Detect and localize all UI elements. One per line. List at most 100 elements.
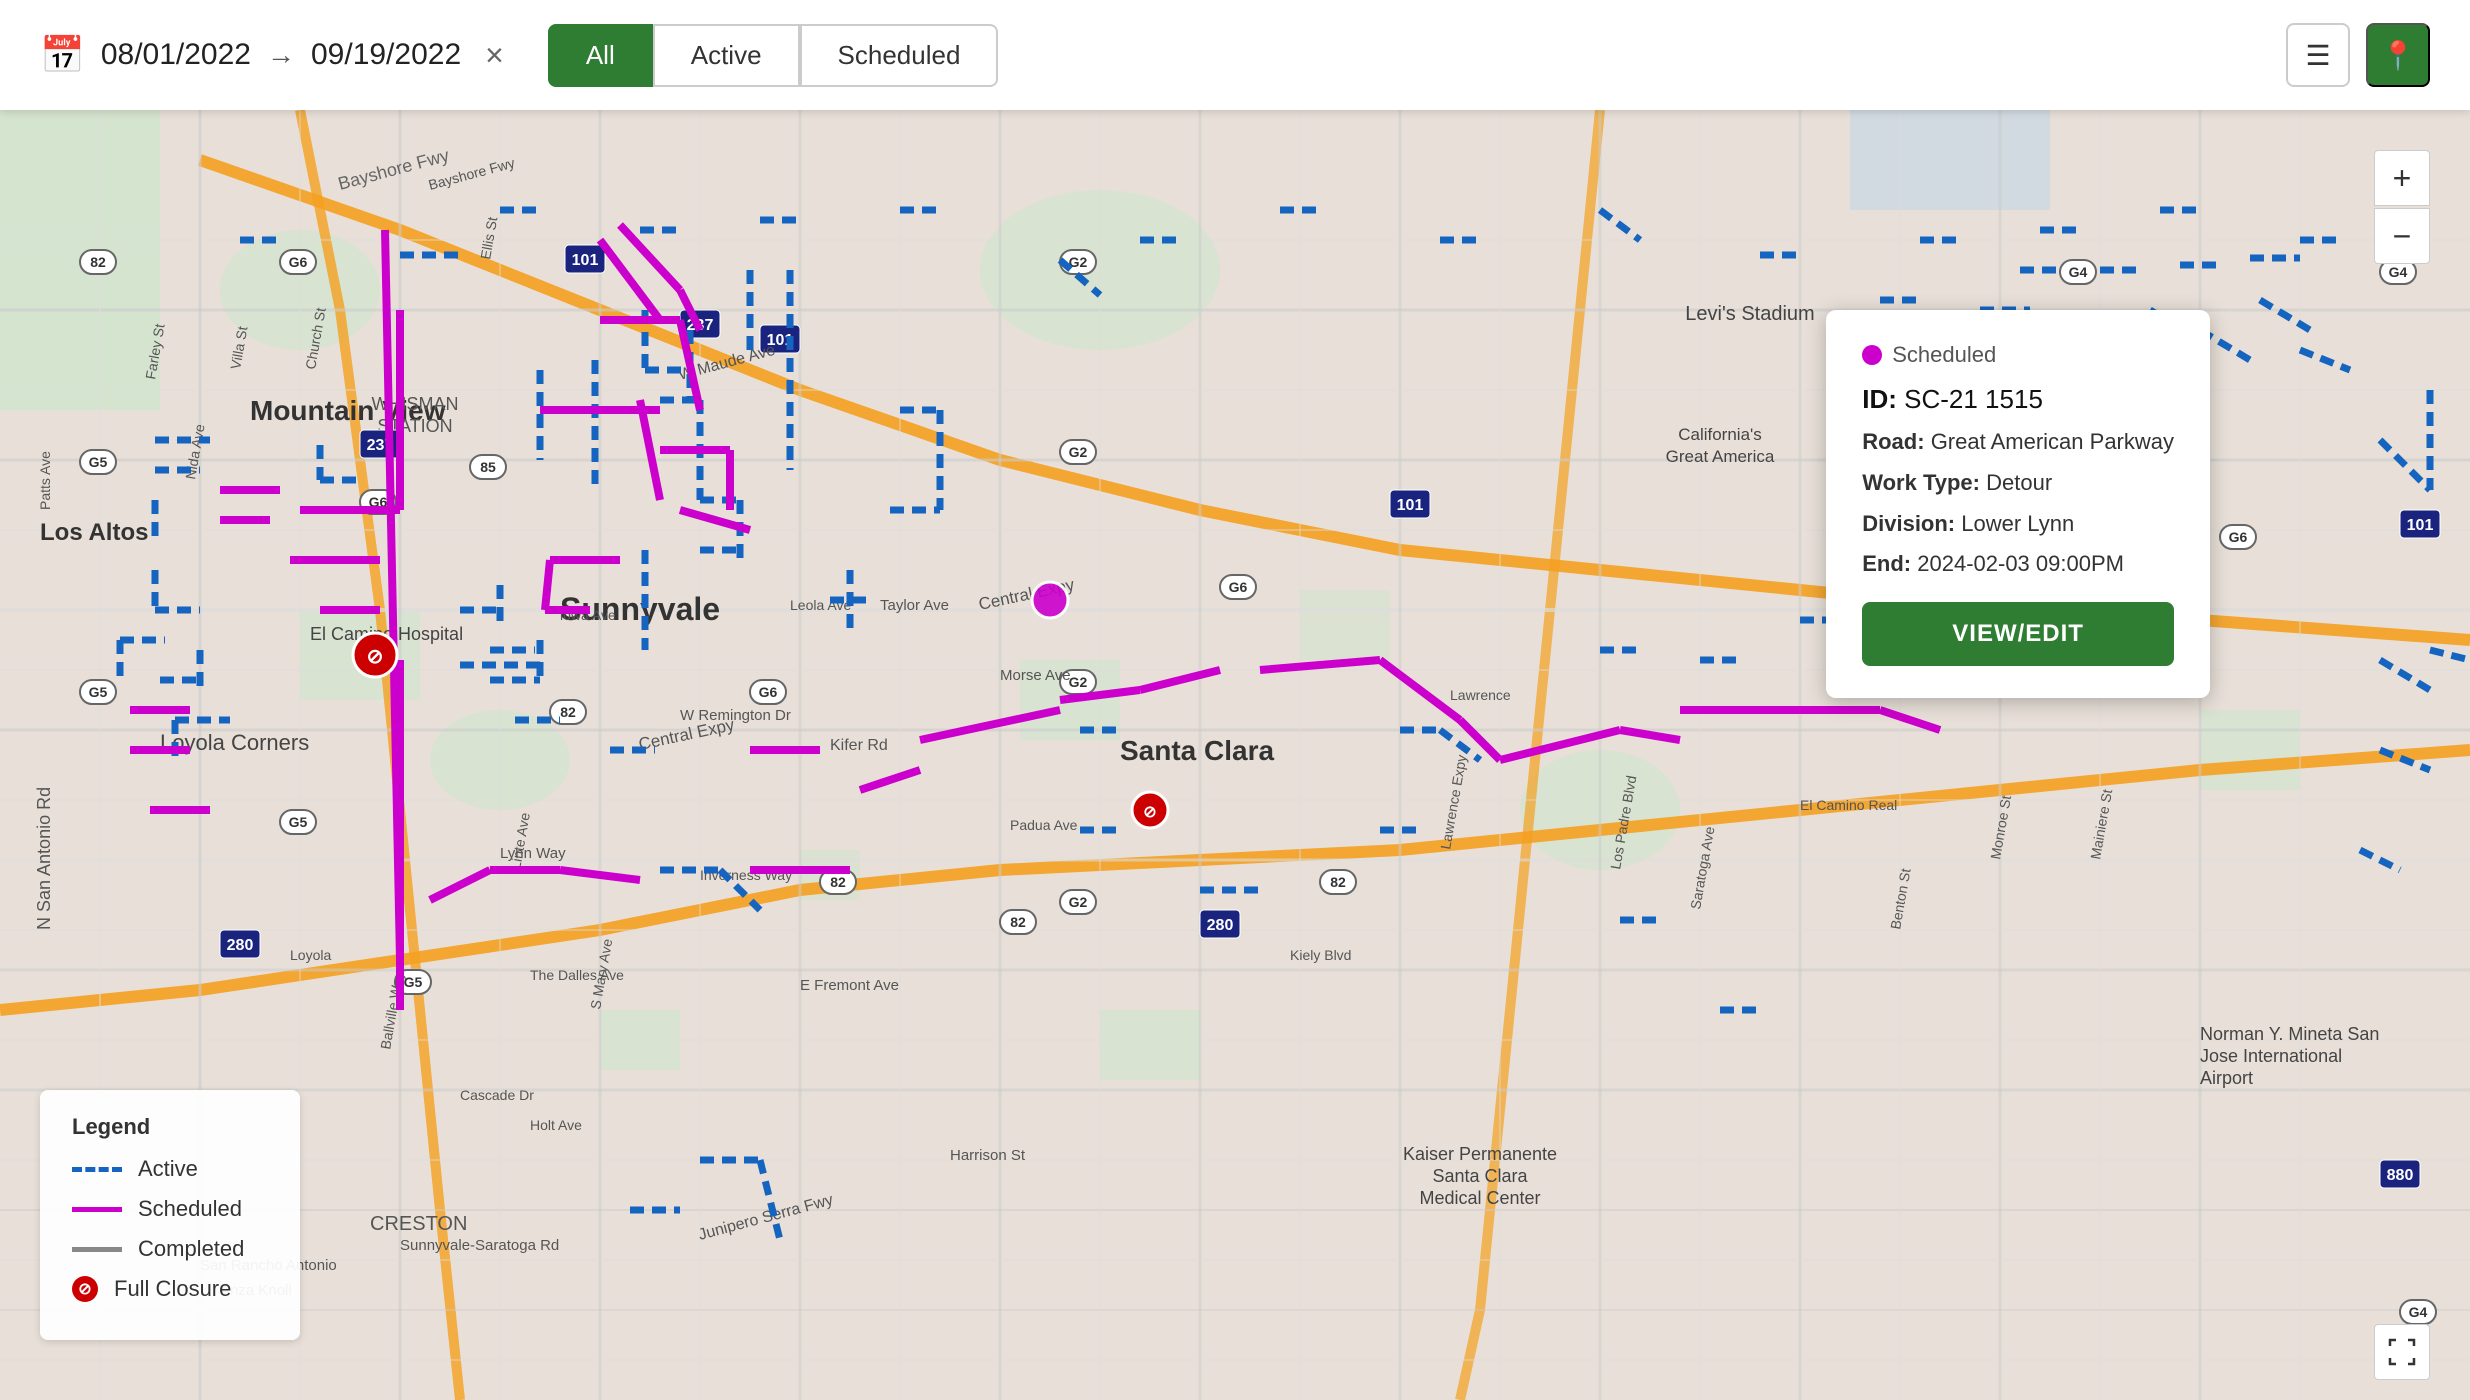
map-view-button[interactable]: 📍 (2366, 23, 2430, 87)
svg-text:Kifer Rd: Kifer Rd (830, 737, 888, 754)
svg-text:El Camino Real: El Camino Real (1800, 797, 1897, 813)
popup-division-label: Division: (1862, 511, 1955, 536)
fullscreen-button[interactable] (2374, 1324, 2430, 1380)
legend-closure-label: Full Closure (114, 1276, 231, 1302)
svg-text:Holt Ave: Holt Ave (530, 1117, 582, 1133)
svg-text:Santa Clara: Santa Clara (1120, 735, 1274, 766)
legend-completed-label: Completed (138, 1236, 244, 1262)
legend-scheduled-label: Scheduled (138, 1196, 242, 1222)
svg-text:G5: G5 (404, 974, 423, 990)
svg-text:G2: G2 (1069, 444, 1088, 460)
legend-item-completed: Completed (72, 1236, 268, 1262)
legend-item-active: Active (72, 1156, 268, 1182)
svg-text:N San Antonio Rd: N San Antonio Rd (34, 787, 54, 930)
arrow-icon: → (267, 39, 295, 71)
svg-text:Patts Ave: Patts Ave (37, 451, 53, 510)
svg-text:Loyola: Loyola (290, 947, 331, 963)
svg-text:82: 82 (560, 704, 576, 720)
svg-text:280: 280 (227, 937, 254, 954)
svg-text:85: 85 (480, 459, 496, 475)
list-view-button[interactable]: ☰ (2286, 23, 2350, 87)
popup-road-value: Great American Parkway (1931, 429, 2174, 454)
popup-status-label: Scheduled (1892, 342, 1996, 368)
full-closure-indicator: ⊘ (72, 1276, 98, 1302)
popup-id-value: SC-21 1515 (1904, 384, 2043, 414)
svg-text:Levi's Stadium: Levi's Stadium (1685, 303, 1814, 325)
app-container: 📅 08/01/2022 → 09/19/2022 × All Active S… (0, 0, 2470, 1400)
svg-text:E Fremont Ave: E Fremont Ave (800, 977, 899, 994)
filter-all-button[interactable]: All (548, 24, 653, 87)
svg-text:Harrison St: Harrison St (950, 1147, 1026, 1164)
calendar-icon: 📅 (40, 34, 85, 76)
popup-work-type: Work Type: Detour (1862, 468, 2174, 499)
svg-text:Lawrence: Lawrence (1450, 687, 1511, 703)
svg-text:⊘: ⊘ (1143, 804, 1156, 821)
svg-text:G5: G5 (89, 454, 108, 470)
legend-item-scheduled: Scheduled (72, 1196, 268, 1222)
svg-text:101: 101 (572, 252, 599, 269)
svg-text:G4: G4 (2069, 264, 2088, 280)
scheduled-line-indicator (72, 1207, 122, 1212)
date-start: 08/01/2022 (101, 38, 251, 72)
svg-text:82: 82 (1330, 874, 1346, 890)
svg-text:Airport: Airport (2200, 1068, 2253, 1088)
svg-text:California's: California's (1678, 425, 1762, 444)
svg-text:G6: G6 (1229, 579, 1248, 595)
filter-scheduled-button[interactable]: Scheduled (800, 24, 999, 87)
legend-title: Legend (72, 1114, 268, 1140)
svg-text:Morse Ave: Morse Ave (1000, 667, 1071, 684)
popup-division: Division: Lower Lynn (1862, 509, 2174, 540)
svg-text:CRESTON: CRESTON (370, 1213, 467, 1235)
popup-work-type-value: Detour (1986, 470, 2052, 495)
svg-text:Padua Ave: Padua Ave (1010, 817, 1078, 833)
svg-text:280: 280 (1207, 917, 1234, 934)
svg-text:G6: G6 (289, 254, 308, 270)
svg-text:G4: G4 (2389, 264, 2408, 280)
svg-text:⊘: ⊘ (367, 646, 384, 668)
list-icon: ☰ (2305, 39, 2330, 72)
popup-end-value: 2024-02-03 09:00PM (1917, 551, 2124, 576)
svg-text:880: 880 (2387, 1167, 2414, 1184)
svg-text:Norman Y. Mineta San: Norman Y. Mineta San (2200, 1024, 2379, 1044)
filter-buttons: All Active Scheduled (548, 24, 999, 87)
svg-text:Jose International: Jose International (2200, 1046, 2342, 1066)
map-pin-icon: 📍 (2381, 39, 2416, 72)
svg-text:Medical Center: Medical Center (1419, 1188, 1540, 1208)
zoom-in-button[interactable]: + (2374, 150, 2430, 206)
svg-text:W Remington Dr: W Remington Dr (680, 707, 791, 724)
svg-text:101: 101 (1397, 497, 1424, 514)
svg-text:G2: G2 (1069, 674, 1088, 690)
map-svg: Mountain View Los Altos Sunnyvale Santa … (0, 110, 2470, 1400)
popup-road: Road: Great American Parkway (1862, 427, 2174, 458)
svg-text:G5: G5 (89, 684, 108, 700)
popup-status: Scheduled (1862, 342, 2174, 368)
active-line-indicator (72, 1167, 122, 1172)
header-bar: 📅 08/01/2022 → 09/19/2022 × All Active S… (0, 0, 2470, 110)
svg-text:82: 82 (1010, 914, 1026, 930)
date-section: 📅 08/01/2022 → 09/19/2022 × (40, 34, 504, 76)
completed-line-indicator (72, 1247, 122, 1252)
zoom-controls: + − (2374, 150, 2430, 264)
svg-text:G4: G4 (2409, 1304, 2428, 1320)
legend: Legend Active Scheduled Completed ⊘ Full… (40, 1090, 300, 1340)
map-popup: Scheduled ID: SC-21 1515 Road: Great Ame… (1826, 310, 2210, 698)
header-right: ☰ 📍 (2286, 23, 2430, 87)
popup-division-value: Lower Lynn (1961, 511, 2074, 536)
svg-text:Sunnyvale-Saratoga Rd: Sunnyvale-Saratoga Rd (400, 1237, 559, 1254)
filter-active-button[interactable]: Active (653, 24, 800, 87)
popup-status-dot (1862, 345, 1882, 365)
svg-text:Kiely Blvd: Kiely Blvd (1290, 947, 1351, 963)
svg-text:101: 101 (2407, 517, 2434, 534)
svg-text:82: 82 (830, 874, 846, 890)
svg-text:Santa Clara: Santa Clara (1432, 1166, 1528, 1186)
map-area[interactable]: Mountain View Los Altos Sunnyvale Santa … (0, 110, 2470, 1400)
svg-text:G6: G6 (2229, 529, 2248, 545)
view-edit-button[interactable]: VIEW/EDIT (1862, 602, 2174, 666)
clear-button[interactable]: × (485, 37, 504, 74)
svg-text:G2: G2 (1069, 894, 1088, 910)
svg-text:G5: G5 (289, 814, 308, 830)
popup-id-label: ID: (1862, 384, 1897, 414)
svg-text:Great America: Great America (1666, 447, 1775, 466)
svg-text:82: 82 (90, 254, 106, 270)
zoom-out-button[interactable]: − (2374, 208, 2430, 264)
